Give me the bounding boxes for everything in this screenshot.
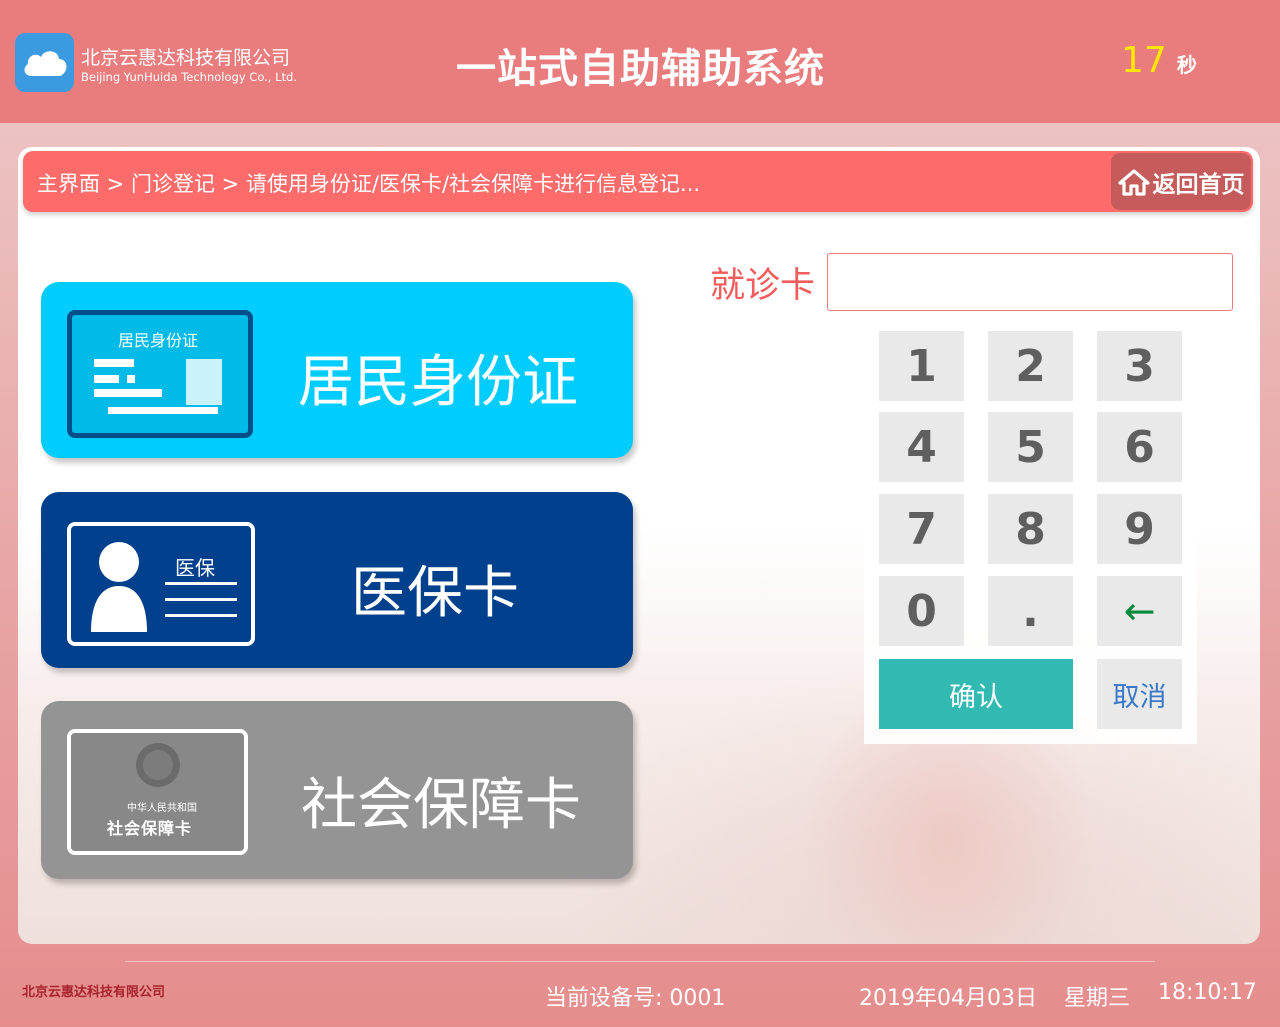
confirm-button[interactable]: 确认	[879, 659, 1073, 729]
key-0[interactable]: 0	[879, 576, 964, 646]
breadcrumb: 主界面 > 门诊登记 > 请使用身份证/医保卡/社会保障卡进行信息登记... 返…	[23, 151, 1253, 212]
key-6[interactable]: 6	[1097, 412, 1182, 482]
emblem-icon	[136, 743, 180, 787]
id-photo-placeholder	[186, 359, 222, 405]
medical-card-label: 医保卡	[351, 561, 519, 626]
cancel-button[interactable]: 取消	[1097, 659, 1182, 729]
clinic-card-input[interactable]	[827, 253, 1233, 311]
app-title: 一站式自助辅助系统	[456, 46, 825, 92]
breadcrumb-path: 主界面 > 门诊登记 > 请使用身份证/医保卡/社会保障卡进行信息登记...	[37, 172, 701, 196]
key-9[interactable]: 9	[1097, 494, 1182, 564]
home-button[interactable]: 返回首页	[1111, 153, 1251, 210]
home-icon	[1117, 168, 1150, 196]
medical-card-icon: 医保	[67, 522, 255, 646]
social-security-card-label: 社会保障卡	[301, 773, 581, 838]
key-1[interactable]: 1	[879, 331, 964, 401]
key-4[interactable]: 4	[879, 412, 964, 482]
key-5[interactable]: 5	[988, 412, 1073, 482]
social-security-card-button[interactable]: 中华人民共和国 社会保障卡 社会保障卡	[41, 701, 633, 879]
device-number: 当前设备号: 0001	[545, 986, 726, 1011]
key-8[interactable]: 8	[988, 494, 1073, 564]
key-dot[interactable]: .	[988, 576, 1073, 646]
home-button-label: 返回首页	[1152, 171, 1245, 198]
company-name-cn: 北京云惠达科技有限公司	[81, 47, 291, 69]
medical-card-button[interactable]: 医保 医保卡	[41, 492, 633, 668]
countdown-timer: 17 秒	[1121, 40, 1197, 81]
key-3[interactable]: 3	[1097, 331, 1182, 401]
social-card-icon-subtitle: 中华人民共和国	[127, 803, 197, 814]
backspace-key[interactable]: ←	[1097, 576, 1182, 646]
footer-time: 18:10:17	[1158, 980, 1257, 1005]
social-card-icon-title: 社会保障卡	[107, 819, 193, 838]
company-logo	[15, 33, 74, 92]
id-card-label: 居民身份证	[298, 350, 578, 415]
footer-weekday: 星期三	[1064, 986, 1131, 1011]
id-card-icon: 居民身份证	[67, 310, 253, 438]
countdown-unit: 秒	[1176, 53, 1197, 77]
clinic-card-label: 就诊卡	[710, 266, 816, 306]
key-7[interactable]: 7	[879, 494, 964, 564]
person-silhouette-icon	[91, 542, 147, 632]
main-panel: 主界面 > 门诊登记 > 请使用身份证/医保卡/社会保障卡进行信息登记... 返…	[18, 147, 1260, 944]
id-card-button[interactable]: 居民身份证 居民身份证	[41, 282, 633, 458]
medical-card-icon-title: 医保	[175, 556, 215, 580]
cloud-icon	[24, 50, 66, 76]
key-2[interactable]: 2	[988, 331, 1073, 401]
footer-divider	[125, 961, 1155, 962]
top-header: 北京云惠达科技有限公司 Beijing YunHuida Technology …	[0, 0, 1280, 123]
countdown-value: 17	[1121, 40, 1167, 81]
footer-date: 2019年04月03日	[859, 986, 1037, 1011]
numeric-keypad: 1 2 3 4 5 6 7 8 9 0 . ← 确认 取消	[864, 321, 1197, 744]
footer-company: 北京云惠达科技有限公司	[22, 985, 166, 1000]
id-card-icon-title: 居民身份证	[118, 331, 199, 350]
company-name-en: Beijing YunHuida Technology Co., Ltd.	[81, 70, 297, 84]
social-security-card-icon: 中华人民共和国 社会保障卡	[67, 729, 248, 855]
